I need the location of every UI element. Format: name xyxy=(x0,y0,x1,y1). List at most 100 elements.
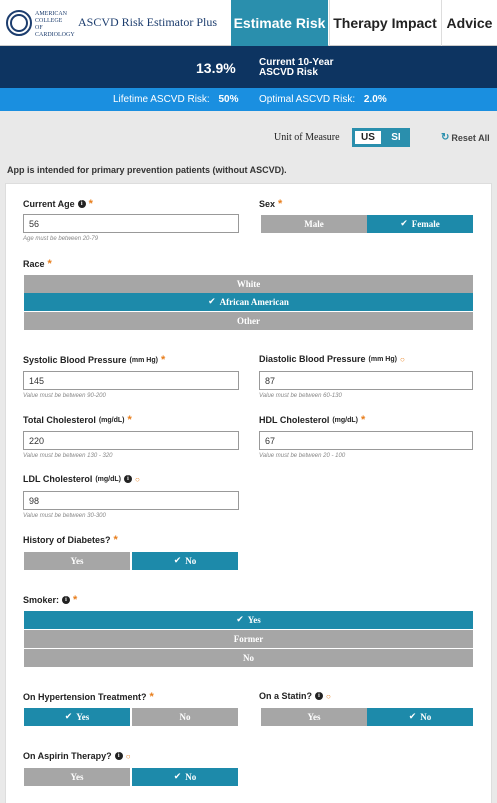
race-white-label: White xyxy=(236,279,261,289)
info-icon[interactable]: i xyxy=(315,692,324,700)
info-icon[interactable]: i xyxy=(77,200,86,208)
required-icon: * xyxy=(127,414,132,426)
optional-icon: ○ xyxy=(135,474,140,484)
diabetes-yes-button[interactable]: Yes xyxy=(24,552,130,570)
acc-logo-icon xyxy=(6,10,32,36)
required-icon: * xyxy=(149,691,154,703)
smoker-no-button[interactable]: No xyxy=(24,649,473,667)
statin-label-text: On a Statin? xyxy=(259,691,313,701)
statin-yes-button[interactable]: Yes xyxy=(261,708,367,726)
dbp-label-text: Diastolic Blood Pressure xyxy=(259,354,366,364)
check-icon: ✔ xyxy=(236,615,244,625)
tab-estimate-risk[interactable]: Estimate Risk xyxy=(231,0,328,46)
age-label-text: Current Age xyxy=(23,199,75,209)
lifetime-risk-value: 50% xyxy=(218,94,239,105)
ldl-label: LDL Cholesterol (mg/dL) i ○ xyxy=(23,474,140,484)
statin-label: On a Statin? i ○ xyxy=(259,691,331,701)
smoker-former-button[interactable]: Former xyxy=(24,630,473,648)
required-icon: * xyxy=(113,534,118,546)
optional-icon: ○ xyxy=(125,751,131,761)
race-label: Race * xyxy=(23,258,52,270)
statin-no-label: No xyxy=(420,712,432,722)
ldl-input[interactable]: 98 xyxy=(23,491,239,510)
required-icon: * xyxy=(361,414,366,426)
check-icon: ✔ xyxy=(400,219,408,229)
check-icon: ✔ xyxy=(208,297,216,307)
race-label-text: Race xyxy=(23,259,45,269)
app-title: ASCVD Risk Estimator Plus xyxy=(78,15,218,29)
sex-male-button[interactable]: Male xyxy=(261,215,367,233)
statin-yes-label: Yes xyxy=(307,712,321,722)
diabetes-label-text: History of Diabetes? xyxy=(23,535,111,545)
age-label: Current Age i * xyxy=(23,198,93,210)
htn-yes-label: Yes xyxy=(76,712,90,722)
reset-all-button[interactable]: ↻ Reset All xyxy=(441,132,490,143)
smoker-label: Smoker: i * xyxy=(23,594,77,606)
optimal-risk: Optimal ASCVD Risk: 2.0% xyxy=(259,94,387,105)
aspirin-yes-label: Yes xyxy=(70,772,84,782)
optimal-risk-label: Optimal ASCVD Risk: xyxy=(259,94,356,105)
optional-icon: ○ xyxy=(399,354,405,364)
htn-no-button[interactable]: No xyxy=(132,708,238,726)
tab-therapy-impact[interactable]: Therapy Impact xyxy=(329,0,440,46)
unit-us-option[interactable]: US xyxy=(355,131,381,144)
risk-sub-banner: Lifetime ASCVD Risk: 50% Optimal ASCVD R… xyxy=(0,88,497,111)
check-icon: ✔ xyxy=(64,712,73,722)
optimal-risk-value: 2.0% xyxy=(363,94,387,105)
aspirin-yes-button[interactable]: Yes xyxy=(24,768,130,786)
unit-toggle[interactable]: US SI xyxy=(352,128,410,147)
total-cholesterol-input[interactable]: 220 xyxy=(23,431,239,450)
unit-of-measure-label: Unit of Measure xyxy=(274,132,340,143)
sex-male-label: Male xyxy=(304,219,324,229)
lifetime-risk: Lifetime ASCVD Risk: 50% xyxy=(113,94,239,105)
required-icon: * xyxy=(73,594,78,606)
tc-unit: (mg/dL) xyxy=(98,416,125,424)
hdl-label: HDL Cholesterol (mg/dL) * xyxy=(259,414,365,426)
required-icon: * xyxy=(160,354,166,366)
sbp-input[interactable]: 145 xyxy=(23,371,239,390)
diabetes-yes-label: Yes xyxy=(70,556,84,566)
statin-no-button[interactable]: ✔ No xyxy=(367,708,473,726)
tab-advice[interactable]: Advice xyxy=(441,0,497,46)
aspirin-no-button[interactable]: ✔ No xyxy=(132,768,238,786)
info-icon[interactable]: i xyxy=(114,752,123,760)
app-header: AMERICAN COLLEGE of CARDIOLOGY ASCVD Ris… xyxy=(0,0,497,46)
risk-banner: 13.9% Current 10-Year ASCVD Risk xyxy=(0,46,497,88)
age-hint: Age must be between 20-79 xyxy=(23,236,99,242)
logo-text: AMERICAN COLLEGE of CARDIOLOGY xyxy=(35,11,75,38)
sex-label-text: Sex xyxy=(259,199,276,209)
htn-no-label: No xyxy=(179,712,191,722)
age-input[interactable]: 56 xyxy=(23,214,239,233)
sex-female-button[interactable]: ✔ Female xyxy=(367,215,473,233)
required-icon: * xyxy=(88,198,93,210)
dbp-input[interactable]: 87 xyxy=(259,371,473,390)
sbp-hint: Value must be between 90-200 xyxy=(23,393,106,399)
sbp-label: Systolic Blood Pressure (mm Hg) * xyxy=(23,354,165,366)
smoker-yes-label: Yes xyxy=(247,615,261,625)
info-icon[interactable]: i xyxy=(62,596,71,604)
smoker-yes-button[interactable]: ✔ Yes xyxy=(24,611,473,629)
lifetime-risk-label: Lifetime ASCVD Risk: xyxy=(113,94,210,105)
race-white-button[interactable]: White xyxy=(24,275,473,293)
required-icon: * xyxy=(47,258,52,270)
hdl-input[interactable]: 67 xyxy=(259,431,473,450)
race-other-label: Other xyxy=(237,316,260,326)
race-other-button[interactable]: Other xyxy=(24,312,473,330)
sex-female-label: Female xyxy=(411,219,440,229)
race-african-american-button[interactable]: ✔ African American xyxy=(24,293,473,311)
check-icon: ✔ xyxy=(173,556,182,566)
sex-label: Sex * xyxy=(259,198,282,210)
current-risk-label: Current 10-Year ASCVD Risk xyxy=(259,57,334,78)
hdl-label-text: HDL Cholesterol xyxy=(259,415,330,425)
smoker-former-label: Former xyxy=(233,634,264,644)
unit-si-option[interactable]: SI xyxy=(383,131,409,144)
total-cholesterol-hint: Value must be between 130 - 320 xyxy=(23,453,113,459)
ldl-unit: (mg/dL) xyxy=(95,475,122,483)
smoker-label-text: Smoker: xyxy=(23,595,60,605)
diabetes-no-label: No xyxy=(185,556,197,566)
smoker-no-label: No xyxy=(243,653,254,663)
info-icon[interactable]: i xyxy=(124,475,133,483)
htn-yes-button[interactable]: ✔ Yes xyxy=(24,708,130,726)
total-cholesterol-label: Total Cholesterol (mg/dL) * xyxy=(23,414,132,426)
diabetes-no-button[interactable]: ✔ No xyxy=(132,552,238,570)
